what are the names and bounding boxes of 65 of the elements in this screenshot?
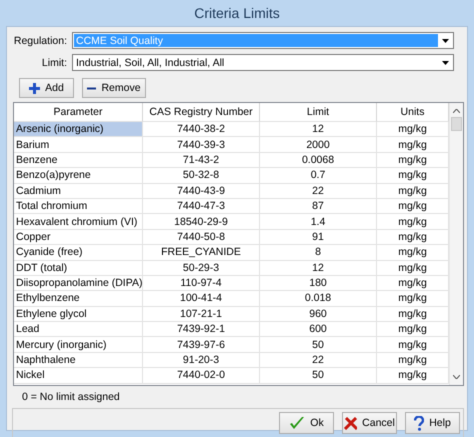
table-cell: 22: [260, 352, 377, 368]
table-cell: Lead: [14, 322, 143, 338]
table-cell: 7440-38-2: [143, 122, 260, 138]
table-cell: 18540-29-9: [143, 214, 260, 230]
table-cell: Hexavalent chromium (VI): [14, 214, 143, 230]
add-button[interactable]: Add: [19, 78, 74, 98]
table-cell: Nickel: [14, 368, 143, 384]
table-cell: Total chromium: [14, 198, 143, 214]
table-cell: FREE_CYANIDE: [143, 245, 260, 261]
limit-dropdown[interactable]: Industrial, Soil, All, Industrial, All: [72, 54, 454, 71]
table-cell: Diisopropanolamine (DIPA): [14, 276, 143, 292]
table-cell: 12: [260, 122, 377, 138]
table-cell: 107-21-1: [143, 306, 260, 322]
table-cell: Barium: [14, 137, 143, 153]
table-cell: Arsenic (inorganic): [14, 122, 143, 138]
table-cell: 600: [260, 322, 377, 338]
table-cell: 1.4: [260, 214, 377, 230]
column-header[interactable]: Parameter: [14, 103, 143, 122]
table-cell: 7440-47-3: [143, 198, 260, 214]
table-cell: 960: [260, 306, 377, 322]
table-cell: 180: [260, 276, 377, 292]
table-cell: Benzo(a)pyrene: [14, 168, 143, 184]
table-cell: Naphthalene: [14, 352, 143, 368]
table-cell: Mercury (inorganic): [14, 337, 143, 353]
table-cell: Benzene: [14, 152, 143, 168]
column-header[interactable]: Limit: [260, 103, 377, 122]
table-cell: 7439-97-6: [143, 337, 260, 353]
ok-button[interactable]: Ok: [279, 412, 334, 434]
table-cell: Ethylene glycol: [14, 306, 143, 322]
cancel-button[interactable]: Cancel: [342, 412, 397, 434]
table-cell: Ethylbenzene: [14, 291, 143, 307]
table-cell: 8: [260, 245, 377, 261]
table-cell: 50: [260, 337, 377, 353]
table-cell: 0.018: [260, 291, 377, 307]
table-cell: Copper: [14, 230, 143, 246]
table-cell: 91-20-3: [143, 352, 260, 368]
table-cell: 7440-43-9: [143, 184, 260, 199]
table-cell: 91: [260, 230, 377, 246]
column-header[interactable]: Units: [377, 103, 449, 122]
table-cell: 71-43-2: [143, 152, 260, 168]
column-header[interactable]: CAS Registry Number: [143, 103, 260, 122]
field-label: Regulation:: [12, 34, 68, 46]
table-cell: 50-29-3: [143, 260, 260, 276]
table-cell: 2000: [260, 137, 377, 153]
window-title: Criteria Limits: [194, 5, 280, 21]
table-cell: 100-41-4: [143, 291, 260, 307]
table-cell: 22: [260, 184, 377, 199]
table-cell: DDT (total): [14, 260, 143, 276]
table-cell: 0.7: [260, 168, 377, 184]
table-cell: 7439-92-1: [143, 322, 260, 338]
remove-button[interactable]: Remove: [82, 78, 146, 98]
table-cell: 0.0068: [260, 152, 377, 168]
table-cell: 7440-02-0: [143, 368, 260, 384]
table-cell: 7440-39-3: [143, 137, 260, 153]
table-cell: 50: [260, 368, 377, 384]
table-cell: 12: [260, 260, 377, 276]
table-cell: Cyanide (free): [14, 245, 143, 261]
table-cell: 50-32-8: [143, 168, 260, 184]
footnote: 0 = No limit assigned: [22, 391, 121, 405]
table-cell: 7440-50-8: [143, 230, 260, 246]
table-cell: Cadmium: [14, 184, 143, 199]
table-cell: 87: [260, 198, 377, 214]
table-cell: 110-97-4: [143, 276, 260, 292]
field-label: Limit:: [40, 56, 68, 68]
help-button[interactable]: Help: [405, 412, 460, 434]
